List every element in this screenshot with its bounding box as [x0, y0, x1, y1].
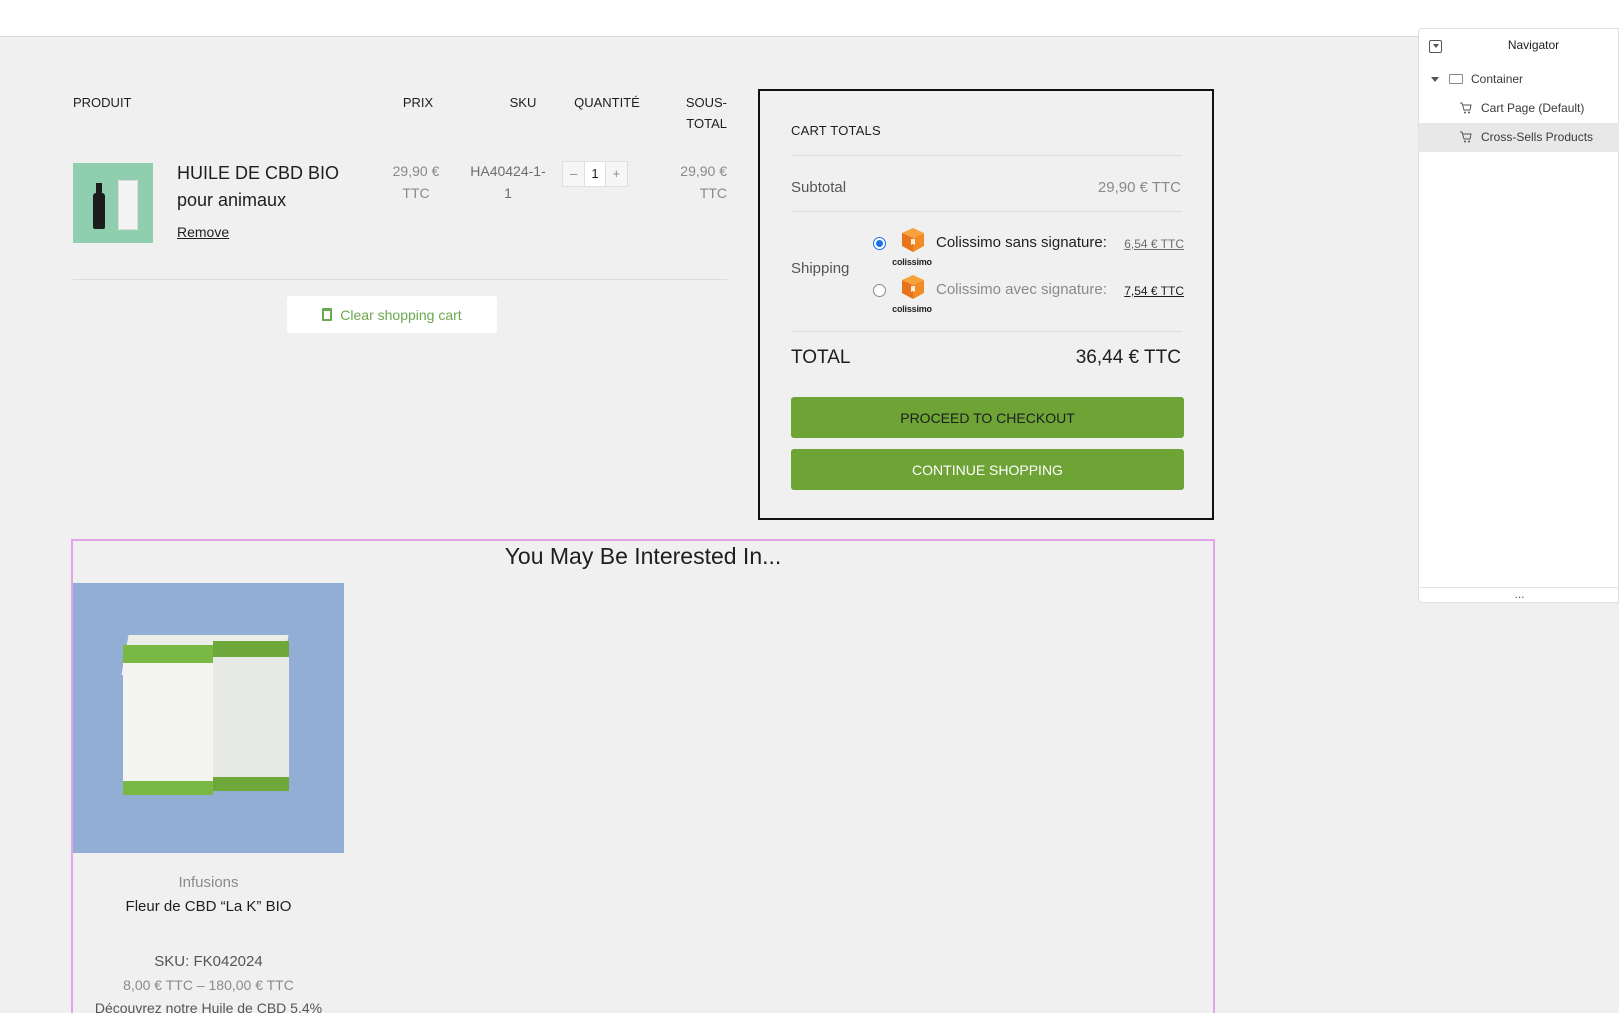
package-left-face	[123, 645, 213, 795]
package-right-face	[213, 641, 289, 791]
divider	[791, 211, 1182, 212]
product-category[interactable]: Infusions	[73, 874, 344, 891]
column-header-product: PRODUIT	[73, 95, 132, 110]
trash-icon	[322, 308, 333, 321]
quantity-increase-button[interactable]: +	[606, 162, 627, 186]
sku-line-2: 1	[504, 185, 512, 201]
product-description: Découvrez notre Huile de CBD 5,4%	[94, 1000, 323, 1013]
shipping-option-sans-signature[interactable]: colissimo Colissimo sans signature: 6,54…	[873, 227, 1184, 273]
shipping-option-name: Colissimo avec signature:	[936, 281, 1107, 298]
continue-shopping-button[interactable]: Continue shopping	[791, 449, 1184, 490]
navigator-item-cart-page[interactable]: Cart Page (Default)	[1419, 94, 1619, 123]
quantity-decrease-button[interactable]: –	[563, 162, 584, 186]
navigator-panel: Navigator Container Cart Page (Default) …	[1418, 28, 1619, 603]
box-image	[118, 180, 138, 230]
shipping-option-name: Colissimo sans signature:	[936, 234, 1107, 251]
caret-down-icon[interactable]	[1431, 77, 1439, 82]
clear-cart-button[interactable]: Clear shopping cart	[287, 296, 497, 333]
shipping-option-price: 7,54 € TTC	[1124, 284, 1184, 298]
subtotal-header-line-2: TOTAL	[686, 116, 727, 131]
cart-icon	[1460, 131, 1472, 143]
divider	[791, 331, 1182, 332]
column-header-subtotal: SOUS- TOTAL	[667, 92, 727, 134]
column-header-sku: SKU	[509, 95, 537, 110]
cart-totals-panel: CART TOTALS Subtotal 29,90 € TTC Shippin…	[758, 89, 1214, 520]
column-header-price: PRIX	[402, 95, 434, 110]
product-sku: SKU: FK042024	[154, 953, 263, 970]
column-header-quantity: QUANTITÉ	[574, 95, 640, 110]
navigator-item-label: Cart Page (Default)	[1481, 101, 1585, 115]
divider	[791, 155, 1182, 156]
product-thumbnail[interactable]	[73, 163, 153, 243]
shipping-radio[interactable]	[873, 284, 886, 297]
cart-item-row: HUILE DE CBD BIO pour animaux Remove 29,…	[73, 150, 727, 280]
quantity-input[interactable]: 1	[584, 162, 606, 186]
shipping-option-avec-signature[interactable]: colissimo Colissimo avec signature: 7,54…	[873, 274, 1184, 320]
cart-icon	[1460, 102, 1472, 114]
shipping-option-price: 6,54 € TTC	[1124, 237, 1184, 251]
proceed-to-checkout-button[interactable]: Proceed to checkout	[791, 397, 1184, 438]
subtotal-line-2: TTC	[699, 185, 727, 201]
navigator-header: Navigator	[1419, 29, 1619, 65]
resize-handle[interactable]: ...	[1419, 588, 1619, 600]
total-label: TOTAL	[791, 347, 851, 368]
navigator-title: Navigator	[1507, 38, 1560, 52]
cart-table-header: PRODUIT PRIX SKU QUANTITÉ SOUS- TOTAL	[73, 88, 727, 132]
product-subtotal: 29,90 € TTC	[657, 160, 727, 204]
logo-text: colissimo	[892, 304, 932, 314]
product-price-range: 8,00 € TTC – 180,00 € TTC	[123, 977, 294, 993]
navigator-item-label: Container	[1471, 72, 1524, 86]
logo-text: colissimo	[892, 257, 932, 267]
price-line-1: 29,90 €	[392, 163, 440, 179]
product-sku: HA40424-1- 1	[453, 160, 563, 204]
container-icon	[1449, 74, 1463, 84]
sku-line-1: HA40424-1-	[470, 163, 546, 179]
price-line-2: TTC	[402, 185, 430, 201]
top-bar	[0, 0, 1619, 37]
cross-sells-title: You May Be Interested In...	[504, 543, 782, 569]
box-icon	[902, 228, 924, 252]
product-name[interactable]: HUILE DE CBD BIO pour animaux	[177, 160, 347, 214]
colissimo-logo-icon: colissimo	[891, 227, 933, 271]
colissimo-logo-icon: colissimo	[891, 274, 933, 318]
cart-totals-title: CART TOTALS	[791, 123, 881, 138]
remove-link[interactable]: Remove	[177, 224, 229, 240]
cross-sells-section: You May Be Interested In... Infusions Fl…	[71, 539, 1215, 1013]
total-value: 36,44 € TTC	[1075, 347, 1181, 368]
product-title[interactable]: Fleur de CBD “La K” BIO	[73, 898, 344, 915]
subtotal-header-line-1: SOUS-	[685, 95, 727, 110]
clear-cart-label: Clear shopping cart	[340, 306, 462, 323]
product-image[interactable]	[73, 583, 344, 853]
subtotal-label: Subtotal	[791, 179, 847, 196]
subtotal-value: 29,90 € TTC	[1097, 179, 1181, 196]
bottle-image	[93, 183, 105, 229]
quantity-stepper: – 1 +	[562, 161, 628, 187]
navigator-item-cross-sells[interactable]: Cross-Sells Products	[1419, 123, 1619, 152]
subtotal-line-1: 29,90 €	[680, 163, 727, 179]
navigator-item-label: Cross-Sells Products	[1481, 130, 1594, 144]
shipping-label: Shipping	[791, 260, 850, 277]
navigator-item-container[interactable]: Container	[1419, 65, 1619, 94]
box-icon	[902, 275, 924, 299]
shipping-radio-selected[interactable]	[873, 237, 886, 250]
